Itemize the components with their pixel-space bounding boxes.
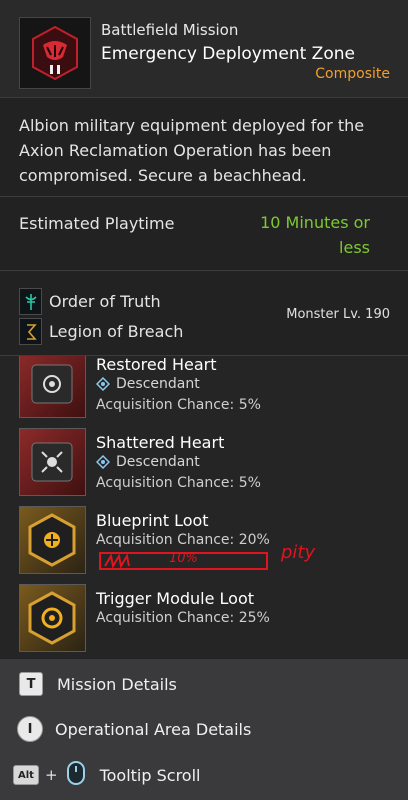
- reward-item[interactable]: Trigger Module Loot Acquisition Chance: …: [19, 584, 399, 654]
- pity-annotation: 10%: [99, 550, 269, 572]
- faction-name: Legion of Breach: [49, 322, 184, 341]
- descendant-icon: [96, 377, 110, 391]
- reward-name: Blueprint Loot: [96, 511, 209, 530]
- key-alt-icon: Alt: [13, 765, 39, 785]
- faction-name: Order of Truth: [49, 292, 161, 311]
- reward-chance: Acquisition Chance: 25%: [96, 610, 270, 626]
- key-t-icon: T: [19, 672, 43, 696]
- reward-list[interactable]: Restored Heart Descendant Acquisition Ch…: [0, 356, 408, 658]
- faction-row: Order of Truth: [19, 288, 161, 315]
- reward-chance: Acquisition Chance: 5%: [96, 397, 261, 413]
- blueprint-loot-icon: [19, 506, 86, 574]
- reward-name: Shattered Heart: [96, 433, 225, 452]
- mission-tooltip: Battlefield Mission Emergency Deployment…: [0, 0, 408, 800]
- descendant-icon: [96, 455, 110, 469]
- annotation-value: 10%: [169, 551, 198, 566]
- legion-of-breach-icon: [19, 318, 42, 345]
- monster-level: Monster Lv. 190: [286, 307, 390, 322]
- reward-type-label: Descendant: [116, 454, 200, 470]
- operational-area-label: Operational Area Details: [55, 719, 252, 739]
- playtime-value: 10 Minutes or less: [260, 213, 370, 257]
- tooltip-scroll-label: Tooltip Scroll: [99, 765, 201, 785]
- operational-area-row[interactable]: I Operational Area Details: [0, 707, 408, 751]
- reward-item[interactable]: Shattered Heart Descendant Acquisition C…: [19, 428, 399, 498]
- reward-chance: Acquisition Chance: 20%: [96, 532, 270, 548]
- mission-details-label: Mission Details: [57, 674, 177, 694]
- tooltip-footer: T Mission Details I Operational Area Det…: [0, 659, 408, 800]
- tooltip-header: Battlefield Mission Emergency Deployment…: [0, 0, 408, 98]
- mission-category: Battlefield Mission: [101, 21, 239, 39]
- reward-name: Trigger Module Loot: [96, 589, 255, 608]
- reward-type: Descendant: [96, 454, 200, 470]
- mission-details-row[interactable]: T Mission Details: [0, 662, 408, 706]
- mouse-scroll-icon: [66, 760, 86, 790]
- reward-name: Restored Heart: [96, 356, 217, 374]
- key-i-icon: I: [17, 716, 43, 742]
- trigger-module-loot-icon: [19, 584, 86, 652]
- mission-tag: Composite: [315, 66, 390, 82]
- reward-type: Descendant: [96, 376, 200, 392]
- mission-description: Albion military equipment deployed for t…: [19, 116, 365, 185]
- faction-row: Legion of Breach: [19, 318, 183, 345]
- annotation-note: pity: [281, 542, 316, 563]
- reward-type-label: Descendant: [116, 376, 200, 392]
- tooltip-scroll-row[interactable]: Alt + Tooltip Scroll: [0, 753, 408, 797]
- divider: [0, 196, 408, 197]
- playtime-label: Estimated Playtime: [19, 214, 175, 233]
- plus-sign: +: [45, 766, 58, 784]
- reward-item[interactable]: Restored Heart Descendant Acquisition Ch…: [19, 356, 399, 420]
- restored-heart-icon: [19, 356, 86, 418]
- order-of-truth-icon: [19, 288, 42, 315]
- mission-emblem-icon: [19, 17, 91, 89]
- mission-title: Emergency Deployment Zone: [101, 44, 355, 64]
- reward-chance: Acquisition Chance: 5%: [96, 475, 261, 491]
- divider: [0, 270, 408, 271]
- reward-item[interactable]: Blueprint Loot Acquisition Chance: 20% 1…: [19, 506, 399, 576]
- shattered-heart-icon: [19, 428, 86, 496]
